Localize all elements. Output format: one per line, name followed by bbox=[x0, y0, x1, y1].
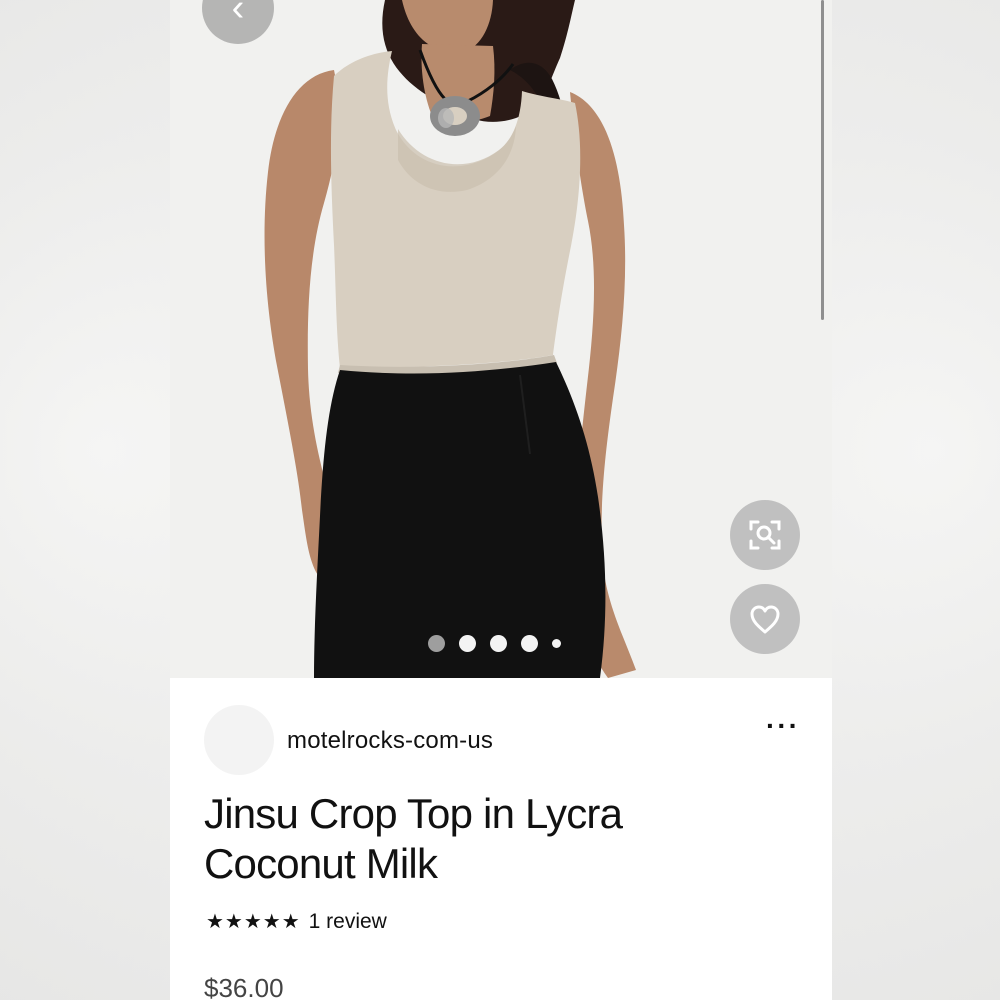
seller-row: motelrocks-com-us ··· bbox=[204, 705, 804, 775]
chevron-left-icon: ‹ bbox=[231, 0, 245, 29]
product-image-gallery[interactable]: ‹ bbox=[170, 0, 832, 678]
heart-icon bbox=[750, 605, 780, 634]
more-horizontal-icon: ··· bbox=[766, 710, 800, 741]
gallery-pagination[interactable] bbox=[428, 634, 561, 652]
rating-row[interactable]: ★★★★★ 1 review bbox=[206, 909, 387, 934]
zoom-button[interactable] bbox=[730, 500, 800, 570]
zoom-icon bbox=[749, 520, 781, 550]
pagination-dot[interactable] bbox=[459, 634, 476, 652]
product-price: $36.00 bbox=[204, 973, 284, 1000]
pagination-dot-small[interactable] bbox=[552, 638, 561, 648]
pagination-dot[interactable] bbox=[521, 634, 538, 652]
product-details: motelrocks-com-us ··· Jinsu Crop Top in … bbox=[170, 678, 832, 1000]
favorite-button[interactable] bbox=[730, 584, 800, 654]
pagination-dot[interactable] bbox=[490, 634, 507, 652]
scroll-indicator[interactable] bbox=[821, 0, 824, 320]
right-blur-background bbox=[830, 0, 1000, 1000]
seller-avatar[interactable] bbox=[204, 705, 274, 775]
rating-stars: ★★★★★ bbox=[206, 911, 301, 933]
product-title-line-2: Coconut Milk bbox=[204, 840, 438, 887]
review-count[interactable]: 1 review bbox=[309, 910, 387, 934]
left-blur-background bbox=[0, 0, 170, 1000]
product-title-line-1: Jinsu Crop Top in Lycra bbox=[204, 790, 623, 837]
model-photo bbox=[170, 0, 832, 678]
screenshot-frame: ‹ motelrocks-com-us ··· Jinsu Crop Top i… bbox=[0, 0, 1000, 1000]
product-page: ‹ motelrocks-com-us ··· Jinsu Crop Top i… bbox=[170, 0, 832, 1000]
product-title: Jinsu Crop Top in Lycra Coconut Milk bbox=[204, 789, 804, 889]
seller-name[interactable]: motelrocks-com-us bbox=[287, 727, 493, 755]
more-options-button[interactable]: ··· bbox=[766, 710, 800, 742]
pagination-dot-active[interactable] bbox=[428, 634, 445, 652]
